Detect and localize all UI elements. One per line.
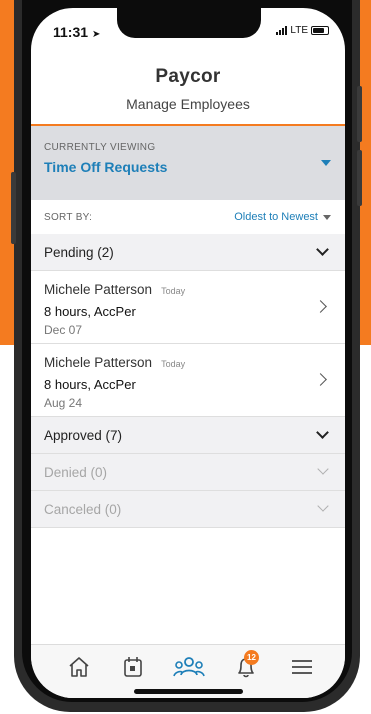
tab-notifications[interactable]: 12 bbox=[231, 650, 261, 681]
sort-value: Oldest to Newest bbox=[234, 211, 318, 223]
request-detail: 8 hours, AccPer bbox=[44, 377, 136, 392]
sort-dropdown[interactable]: Oldest to Newest bbox=[234, 211, 331, 223]
status-indicators: LTE bbox=[276, 25, 329, 36]
group-label: Approved (7) bbox=[44, 427, 123, 443]
chevron-right-icon bbox=[314, 373, 327, 386]
chevron-down-icon bbox=[316, 243, 329, 256]
page-title: Manage Employees bbox=[126, 96, 250, 112]
tab-employees[interactable] bbox=[172, 653, 205, 681]
menu-icon bbox=[292, 660, 312, 674]
requests-list: Pending (2) Michele Patterson Today 8 hou… bbox=[31, 234, 345, 528]
chevron-right-icon bbox=[314, 300, 327, 313]
paycor-logo: Paycor bbox=[155, 66, 221, 87]
side-button-right-lower bbox=[357, 150, 362, 206]
request-row[interactable]: Michele Patterson Today 8 hours, AccPer D… bbox=[31, 271, 345, 344]
signal-icon bbox=[276, 26, 288, 35]
request-detail: 8 hours, AccPer bbox=[44, 304, 136, 319]
chevron-down-icon bbox=[317, 500, 329, 512]
chevron-down-icon bbox=[316, 426, 329, 439]
app-header: Paycor Manage Employees bbox=[31, 66, 345, 126]
group-approved[interactable]: Approved (7) bbox=[31, 417, 345, 454]
employee-name: Michele Patterson bbox=[44, 282, 153, 297]
carrier-label: LTE bbox=[290, 25, 308, 36]
caret-down-icon bbox=[323, 214, 331, 220]
notification-badge: 12 bbox=[244, 650, 259, 665]
side-button-right-upper bbox=[357, 86, 362, 142]
location-arrow-icon: ➤ bbox=[91, 29, 101, 40]
employee-name-line: Michele Patterson Today bbox=[44, 355, 185, 370]
chevron-down-icon bbox=[317, 463, 329, 475]
employee-name: Michele Patterson bbox=[44, 355, 153, 370]
caret-down-icon bbox=[321, 160, 331, 166]
viewing-label: CURRENTLY VIEWING bbox=[44, 142, 156, 153]
request-row[interactable]: Michele Patterson Today 8 hours, AccPer A… bbox=[31, 344, 345, 417]
request-day: Today bbox=[161, 286, 186, 296]
side-button-left bbox=[11, 172, 16, 244]
tab-home[interactable] bbox=[64, 653, 94, 681]
request-date: Dec 07 bbox=[44, 323, 83, 337]
group-label: Canceled (0) bbox=[44, 501, 122, 517]
group-pending[interactable]: Pending (2) bbox=[31, 234, 345, 271]
viewing-value: Time Off Requests bbox=[44, 159, 168, 175]
status-time-text: 11:31 bbox=[53, 24, 89, 40]
tab-menu[interactable] bbox=[287, 653, 317, 681]
battery-icon bbox=[311, 26, 329, 35]
people-icon bbox=[173, 657, 205, 677]
request-date: Aug 24 bbox=[44, 396, 83, 410]
phone-screen: 11:31 ➤ LTE Paycor Manage Employees CURR… bbox=[31, 8, 345, 698]
tab-calendar[interactable] bbox=[118, 653, 148, 681]
sort-row: SORT BY: Oldest to Newest bbox=[31, 200, 345, 234]
group-denied[interactable]: Denied (0) bbox=[31, 454, 345, 491]
request-day: Today bbox=[161, 359, 186, 369]
status-time: 11:31 ➤ bbox=[53, 24, 100, 40]
employee-name-line: Michele Patterson Today bbox=[44, 282, 185, 297]
group-canceled[interactable]: Canceled (0) bbox=[31, 491, 345, 528]
sort-label: SORT BY: bbox=[44, 212, 93, 223]
home-indicator bbox=[134, 689, 243, 694]
viewing-selector[interactable]: CURRENTLY VIEWING Time Off Requests bbox=[31, 126, 345, 200]
home-icon bbox=[69, 657, 89, 677]
group-label: Denied (0) bbox=[44, 464, 108, 480]
group-label: Pending (2) bbox=[44, 244, 114, 260]
calendar-icon bbox=[124, 657, 142, 677]
notch bbox=[117, 8, 261, 38]
